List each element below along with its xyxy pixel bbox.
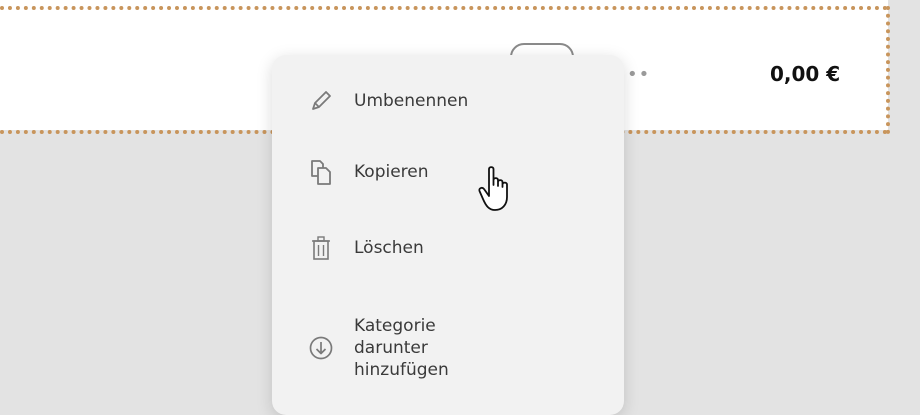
menu-item-delete[interactable]: Löschen xyxy=(272,230,624,266)
dotted-border-right xyxy=(886,6,890,134)
menu-item-rename[interactable]: Umbenennen xyxy=(272,83,624,119)
context-menu: Umbenennen Kopieren Löschen Kategorie da… xyxy=(272,55,624,415)
amount-value: 0,00 € xyxy=(770,62,841,86)
trash-icon xyxy=(306,233,336,263)
menu-item-label: Umbenennen xyxy=(354,91,469,111)
menu-item-copy[interactable]: Kopieren xyxy=(272,154,624,190)
pencil-icon xyxy=(306,86,336,116)
hand-pointer-icon xyxy=(477,165,517,219)
dotted-border-top xyxy=(0,6,888,10)
menu-item-label: Kategorie darunter hinzufügen xyxy=(354,316,449,380)
menu-item-label: Löschen xyxy=(354,238,424,258)
menu-item-add-category-below[interactable]: Kategorie darunter hinzufügen xyxy=(272,303,624,393)
menu-item-label: Kopieren xyxy=(354,162,429,182)
more-options-dots[interactable]: •• xyxy=(627,64,650,85)
copy-icon xyxy=(306,157,336,187)
arrow-down-circle-icon xyxy=(306,333,336,363)
